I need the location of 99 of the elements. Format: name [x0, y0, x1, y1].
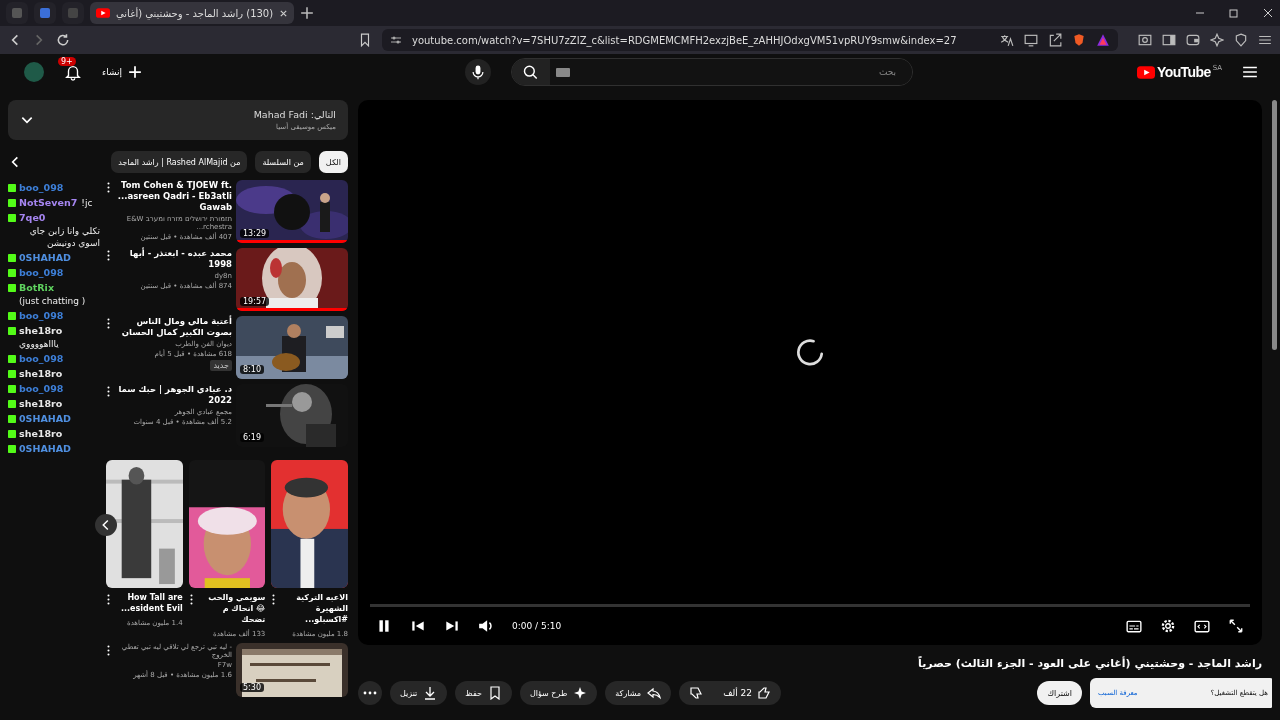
- duration-badge: 5:30: [240, 683, 264, 692]
- more-icon[interactable]: [271, 594, 277, 605]
- chat-message: !jc: [81, 197, 93, 209]
- site-settings-icon[interactable]: [390, 34, 402, 46]
- short-title[interactable]: الاعبه التركية الشهيرة #اكسبلو...: [280, 592, 348, 625]
- filter-chip[interactable]: من السلسلة: [255, 151, 311, 173]
- chat-message: (just chatting ): [19, 295, 86, 307]
- ask-button[interactable]: طرح سؤال: [519, 681, 598, 705]
- bookmark-icon: [487, 686, 502, 700]
- play-button-icon: [96, 8, 110, 18]
- save-button[interactable]: حفظ: [455, 681, 512, 705]
- duration-badge: 6:19: [240, 433, 264, 442]
- video-title[interactable]: محمد عبده - ابعتذر - أبها 1998: [115, 248, 232, 270]
- pause-icon[interactable]: [376, 618, 392, 634]
- search-icon[interactable]: [512, 59, 551, 85]
- settings-icon[interactable]: [1160, 618, 1176, 634]
- video-title[interactable]: أعتبة مالي ومال الناس بصوت الكبير كمال الحسان: [115, 316, 232, 338]
- create-button[interactable]: إنشاء: [102, 65, 142, 79]
- more-icon[interactable]: [106, 182, 111, 193]
- menu-icon[interactable]: [1242, 65, 1258, 79]
- chat-message: ياااهووووي: [19, 338, 59, 350]
- address-bar[interactable]: youtube.com/watch?v=7SHU7zZIZ_c&list=RDGMEMCMFH2exzjBeE_zAHHJOdxgVM51vpRUY9smw&index=27: [382, 29, 1118, 51]
- sparkle-icon: [573, 686, 588, 700]
- chat-username: she18ro: [19, 325, 63, 337]
- short-title[interactable]: How Tall are ...esident Evil: [115, 592, 183, 614]
- sidebar-icon[interactable]: [1162, 33, 1176, 47]
- more-icon[interactable]: [106, 386, 111, 397]
- chat-username: boo_098: [19, 267, 64, 279]
- share-button[interactable]: مشاركة: [605, 681, 672, 705]
- video-title[interactable]: د. عبادي الجوهر | حبك سما 2022: [115, 384, 232, 406]
- close-icon[interactable]: [279, 8, 289, 18]
- more-icon[interactable]: [106, 318, 111, 329]
- subtitles-icon[interactable]: [1126, 618, 1142, 634]
- volume-icon[interactable]: [478, 618, 494, 634]
- browser-tab[interactable]: [34, 2, 56, 24]
- duration-badge: 19:57: [240, 297, 270, 306]
- more-button[interactable]: [358, 681, 382, 705]
- triangle-icon[interactable]: [1096, 33, 1110, 47]
- microphone-icon[interactable]: [465, 59, 492, 85]
- share-icon[interactable]: [1048, 33, 1062, 47]
- shield-icon[interactable]: [1234, 33, 1248, 47]
- download-button[interactable]: تنزيل: [390, 681, 448, 705]
- browser-tab[interactable]: (130) راشد الماجد - وحشتيني (أغاني: [90, 2, 295, 24]
- bell-icon[interactable]: [64, 63, 82, 81]
- thumbs-up-icon: [757, 686, 771, 700]
- duration-badge: 13:29: [240, 229, 270, 238]
- time-display: 0:00 / 5:10: [512, 621, 562, 631]
- menu-icon[interactable]: [1258, 33, 1272, 47]
- keyboard-icon[interactable]: [556, 67, 571, 77]
- short-title[interactable]: سويمي والحب 😂 انحاك م تضحك: [197, 592, 266, 625]
- chat-username: she18ro: [19, 428, 63, 440]
- chat-username: she18ro: [19, 368, 63, 380]
- duration-badge: 8:10: [240, 365, 264, 374]
- restore-icon[interactable]: [1228, 7, 1240, 19]
- new-tab-icon[interactable]: [300, 6, 315, 20]
- fullscreen-icon[interactable]: [1228, 618, 1244, 634]
- chat-username: 0SHAHAD: [19, 252, 71, 264]
- chat-username: boo_098: [19, 182, 64, 194]
- video-title[interactable]: Tom Cohen & TJOEW ft. ...asreen Qadri - Eb3atli Gawab: [115, 180, 232, 213]
- close-icon[interactable]: [1262, 7, 1274, 19]
- more-icon[interactable]: [106, 645, 111, 656]
- plus-icon: [128, 65, 142, 79]
- cast-icon[interactable]: [1024, 33, 1038, 47]
- chat-username: 0SHAHAD: [19, 413, 71, 425]
- up-next-title: التالي: Mahad Fadi: [253, 109, 336, 120]
- next-icon[interactable]: [444, 618, 460, 634]
- more-icon[interactable]: [188, 594, 194, 605]
- chat-username: she18ro: [19, 398, 63, 410]
- chat-username: 0SHAHAD: [19, 443, 71, 455]
- filter-chip[interactable]: من Rashed AlMajid | راشد الماجد: [111, 151, 248, 173]
- chat-username: NotSeven7: [19, 197, 78, 209]
- search-field[interactable]: بحث: [511, 58, 914, 86]
- scrollbar-thumb[interactable]: [1272, 100, 1277, 350]
- chat-message: تكلي وانا زابن جاي اسوي دونيشن: [28, 225, 100, 249]
- sparkle-icon[interactable]: [1210, 33, 1224, 47]
- chat-username: boo_098: [19, 310, 64, 322]
- video-player[interactable]: 0:00 / 5:10: [358, 100, 1262, 645]
- translate-icon[interactable]: [1000, 33, 1014, 47]
- wallet-icon[interactable]: [1186, 33, 1200, 47]
- chat-username: 7qe0: [19, 212, 46, 224]
- share-arrow-icon: [647, 686, 662, 700]
- video-title: راشد الماجد - وحشتيني (أغاني على العود - الجزء الثالث) حصرياً: [917, 657, 1262, 670]
- previous-icon[interactable]: [410, 618, 426, 634]
- thumbs-down-icon: [689, 686, 704, 700]
- reader-icon[interactable]: [1138, 33, 1152, 47]
- more-icon[interactable]: [106, 250, 111, 261]
- new-badge: جديد: [210, 360, 232, 371]
- download-icon: [423, 686, 438, 700]
- reload-icon[interactable]: [56, 33, 70, 47]
- chat-username: boo_098: [19, 353, 64, 365]
- filter-chip[interactable]: الكل: [318, 151, 348, 173]
- notification-badge: 9+: [58, 57, 76, 66]
- more-icon[interactable]: [106, 594, 111, 605]
- chat-username: BotRix: [19, 282, 54, 294]
- chevron-left-icon[interactable]: [95, 514, 117, 536]
- chat-username: boo_098: [19, 383, 64, 395]
- miniplayer-icon[interactable]: [1194, 618, 1210, 634]
- subscribe-button[interactable]: اشتراك: [1037, 681, 1082, 705]
- bookmark-icon[interactable]: [358, 33, 372, 47]
